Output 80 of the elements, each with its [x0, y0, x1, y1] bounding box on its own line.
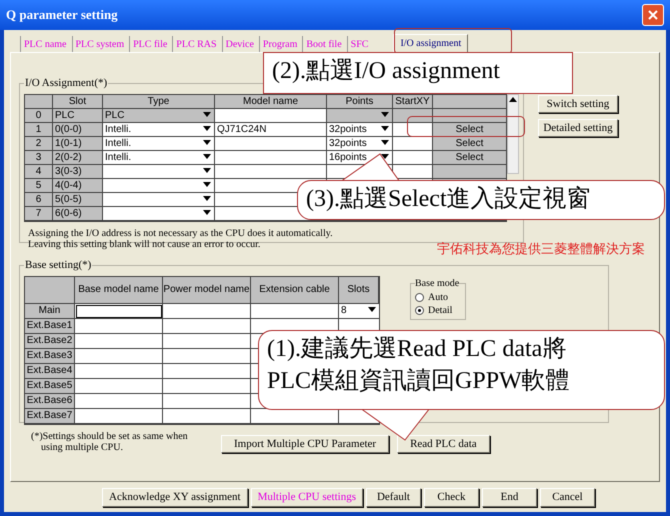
column-header: Points — [327, 94, 393, 108]
table-cell — [393, 150, 433, 164]
slots-dropdown[interactable]: 8 — [339, 304, 379, 318]
table-cell: 5(0-5) — [53, 192, 103, 206]
table-cell — [393, 122, 433, 136]
column-header: Slots — [339, 276, 379, 304]
column-header: Slot — [53, 94, 103, 108]
select-button[interactable]: Select — [433, 136, 506, 150]
close-button[interactable] — [642, 4, 664, 26]
type-dropdown[interactable]: Intelli. — [103, 150, 215, 164]
row-header: Ext.Base5 — [25, 378, 75, 394]
type-dropdown[interactable]: PLC — [103, 108, 215, 122]
action-button[interactable]: Read PLC data — [397, 435, 490, 453]
note-text: Assigning the I/O address is not necessary as the CPU does it automatically. — [28, 228, 333, 238]
points-dropdown[interactable]: 32points — [327, 136, 393, 150]
select-button[interactable]: Select — [433, 150, 506, 164]
table-cell: QJ71C24N — [215, 122, 327, 136]
side-button[interactable]: Detailed setting — [538, 119, 618, 137]
table-cell — [393, 136, 433, 150]
type-dropdown[interactable]: Intelli. — [103, 122, 215, 136]
note-text: Leaving this setting blank will not cause an error to occur. — [28, 238, 260, 250]
points-dropdown[interactable] — [327, 108, 393, 122]
row-header: Ext.Base2 — [25, 334, 75, 348]
scroll-up-icon[interactable] — [509, 96, 517, 102]
table-cell: 1(0-1) — [53, 136, 103, 150]
dialog-button[interactable]: Acknowledge XY assignment — [102, 488, 248, 507]
row-number: 0 — [25, 108, 53, 122]
column-header: Model name — [215, 94, 327, 108]
action-button[interactable]: Import Multiple CPU Parameter — [221, 435, 390, 453]
side-button[interactable]: Switch setting — [538, 95, 618, 113]
table-cell: 0(0-0) — [53, 122, 103, 136]
column-header: Type — [103, 94, 215, 108]
column-header: Power model name — [163, 276, 251, 304]
table-cell: 3(0-3) — [53, 164, 103, 178]
table-cell: 2(0-2) — [53, 150, 103, 164]
row-header: Ext.Base4 — [25, 364, 75, 378]
row-header: Ext.Base7 — [25, 408, 75, 424]
type-dropdown[interactable]: Intelli. — [103, 136, 215, 150]
row-header: Ext.Base3 — [25, 348, 75, 364]
table-cell: 6(0-6) — [53, 206, 103, 220]
type-dropdown[interactable] — [103, 192, 215, 206]
row-header: Main — [25, 304, 75, 318]
row-number: 6 — [25, 192, 53, 206]
row-number: 2 — [25, 136, 53, 150]
tab[interactable]: I/O assignment — [393, 34, 468, 52]
row-header: Ext.Base1 — [25, 318, 75, 334]
type-dropdown[interactable] — [103, 164, 215, 178]
window-title: Q parameter setting — [6, 6, 118, 24]
group-title: I/O Assignment(*) — [24, 76, 108, 91]
dialog-button[interactable]: Cancel — [540, 488, 595, 507]
row-number: 5 — [25, 178, 53, 192]
footnote-text: (*)Settings should be set as same when — [31, 431, 189, 442]
column-header: Extension cable — [251, 276, 339, 304]
radio-button[interactable] — [415, 292, 424, 302]
group-title: Base mode — [415, 276, 460, 290]
dialog-button[interactable]: Default — [366, 488, 421, 507]
points-dropdown[interactable]: 32points — [327, 122, 393, 136]
row-number: 7 — [25, 206, 53, 220]
type-dropdown[interactable] — [103, 206, 215, 220]
group-title: Base setting(*) — [24, 258, 92, 273]
column-header: Base model name — [75, 276, 163, 304]
select-button[interactable]: Select — [433, 122, 506, 136]
dialog-button[interactable]: Check — [424, 488, 479, 507]
footnote-text: using multiple CPU. — [40, 442, 124, 453]
row-number: 1 — [25, 122, 53, 136]
radio-button[interactable] — [415, 306, 424, 314]
radio-label: Auto — [428, 290, 448, 304]
table-cell: PLC — [53, 108, 103, 122]
scrollbar[interactable] — [507, 94, 519, 174]
type-dropdown[interactable] — [103, 178, 215, 192]
promo-text: 宇佑科技為您提供三菱整體解決方案 — [437, 243, 645, 257]
row-number: 3 — [25, 150, 53, 164]
radio-label: Detail — [428, 304, 452, 316]
table-cell: 4(0-4) — [53, 178, 103, 192]
row-number: 4 — [25, 164, 53, 178]
dialog-button[interactable]: End — [482, 488, 537, 507]
column-header: StartXY — [393, 94, 433, 108]
row-header: Ext.Base6 — [25, 394, 75, 408]
close-icon — [648, 10, 658, 20]
callout: (2).點選I/O assignment — [263, 52, 573, 94]
